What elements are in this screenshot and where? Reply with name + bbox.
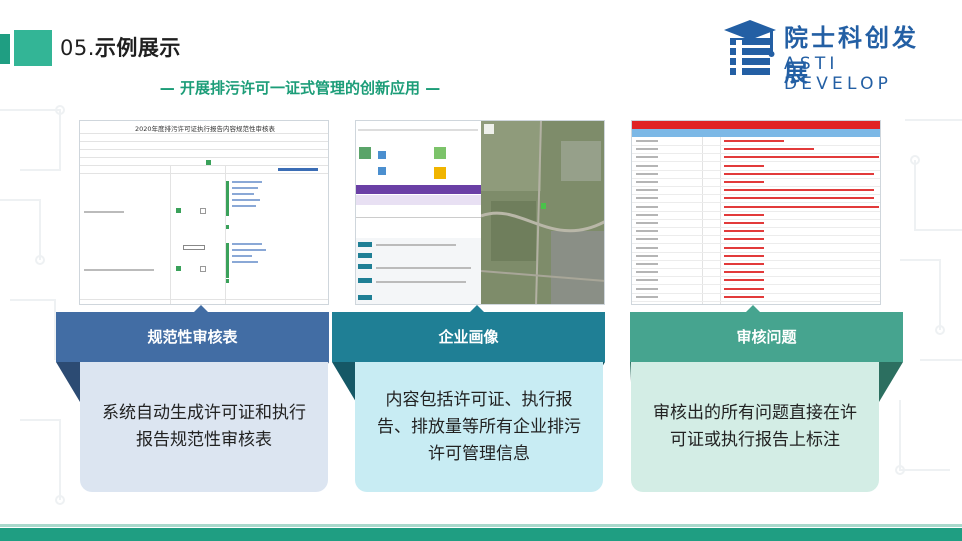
issue-row-label [636, 271, 658, 274]
card-text: 内容包括许可证、执行报告、排放量等所有企业排污许可管理信息 [377, 389, 581, 464]
card-enterprise-profile: 内容包括许可证、执行报告、排放量等所有企业排污许可管理信息 [355, 362, 603, 492]
panel-label-enterprise-profile: 企业画像 [332, 312, 605, 362]
issue-row-label [636, 148, 658, 151]
issue-row-label [636, 254, 658, 257]
issue-row [632, 300, 880, 302]
issue-row-text [724, 172, 874, 175]
review-table-screenshot: 2020年度排污许可证执行报告内容规范性审核表 [79, 120, 329, 305]
card-review-issues: 审核出的所有问题直接在许可证或执行报告上标注 [631, 362, 879, 492]
issue-row-label [636, 156, 658, 159]
issue-row-text [724, 140, 784, 142]
issue-row-label [636, 172, 658, 175]
issue-row-text [724, 295, 764, 298]
satellite-map [481, 121, 604, 304]
issue-row-label [636, 263, 658, 265]
issue-row-text [724, 222, 764, 224]
issue-row [632, 251, 880, 253]
issue-row [632, 218, 880, 220]
issue-row-text [724, 181, 764, 183]
issue-row [632, 153, 880, 155]
section-title: 05.示例展示 [60, 36, 181, 60]
asti-logo: 院士科创发展 ASTI DEVELOP [722, 18, 942, 94]
issue-row-text [724, 246, 764, 249]
panel-label-review-issues: 审核问题 [630, 312, 903, 362]
issue-row-label [636, 213, 658, 216]
card-text: 审核出的所有问题直接在许可证或执行报告上标注 [653, 403, 857, 450]
issue-row-text [724, 205, 879, 208]
page-subtitle: — 开展排污许可一证式管理的创新应用 — [159, 79, 441, 97]
issue-row-text [724, 156, 879, 159]
enterprise-profile-screenshot [355, 120, 605, 305]
review-issues-screenshot [631, 120, 881, 305]
card-text: 系统自动生成许可证和执行报告规范性审核表 [102, 403, 306, 450]
issue-row-label [636, 205, 658, 208]
issue-row [632, 243, 880, 245]
issue-row-text [724, 230, 764, 233]
issue-row-text [724, 287, 764, 290]
issue-row-label [636, 238, 658, 241]
issue-row [632, 202, 880, 204]
issue-row-text [724, 271, 764, 274]
fold-right-3 [879, 362, 903, 402]
footer-line [0, 528, 962, 541]
issue-row [632, 177, 880, 179]
issue-row-text [724, 213, 764, 216]
issue-row [632, 268, 880, 269]
issue-row [632, 259, 880, 261]
issue-row-label [636, 295, 658, 298]
issue-row-text [724, 197, 874, 200]
issue-row-text [724, 164, 764, 167]
issue-row-label [636, 222, 658, 224]
issue-row-text [724, 189, 874, 192]
issue-row-label [636, 189, 658, 192]
issue-row [632, 284, 880, 286]
issue-row-label [636, 197, 658, 200]
issue-row-label [636, 287, 658, 290]
panel-label-review-table: 规范性审核表 [56, 312, 329, 362]
review-table-title: 2020年度排污许可证执行报告内容规范性审核表 [134, 125, 276, 133]
footer-line-light [0, 524, 962, 527]
fold-left-2 [332, 362, 356, 402]
issue-row [632, 292, 880, 294]
logo-text-en: ASTI DEVELOP [784, 54, 893, 94]
issue-row-label [636, 246, 658, 249]
header-accent-block [14, 30, 52, 66]
fold-left-1 [56, 362, 80, 402]
issue-row-label [636, 164, 658, 167]
issue-row [632, 161, 880, 163]
issue-row-text [724, 254, 764, 257]
issue-row-label [636, 279, 658, 282]
issue-row [632, 235, 880, 237]
issue-row [632, 169, 880, 171]
issue-row [632, 227, 880, 228]
issue-row-label [636, 230, 658, 233]
header-accent-bar [0, 34, 10, 64]
issue-row [632, 145, 880, 146]
issue-row-text [724, 279, 764, 282]
issue-row [632, 186, 880, 187]
issue-row-text [724, 148, 814, 151]
graduation-cap-icon [724, 20, 776, 75]
issue-row [632, 276, 880, 278]
issue-row [632, 210, 880, 212]
issue-row [632, 194, 880, 196]
issue-row-label [636, 181, 658, 183]
card-review-table: 系统自动生成许可证和执行报告规范性审核表 [80, 362, 328, 492]
issue-row-text [724, 238, 764, 241]
issue-row-text [724, 263, 764, 265]
issue-row-label [636, 140, 658, 142]
